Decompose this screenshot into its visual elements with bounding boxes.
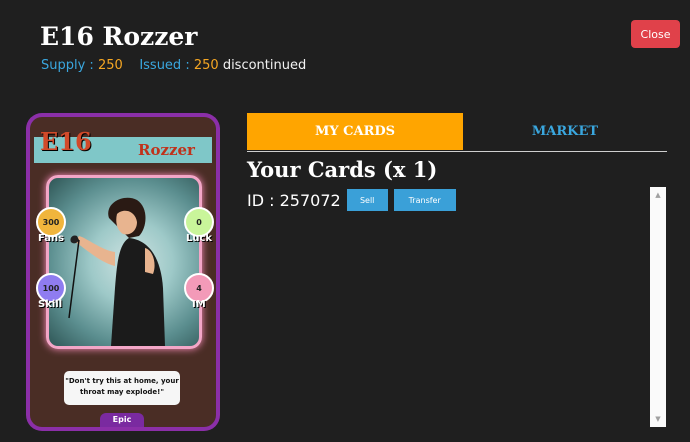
- issued-value: 250: [193, 58, 219, 73]
- tab-my-cards[interactable]: MY CARDS: [247, 113, 463, 150]
- card-quote: "Don't try this at home, your throat may…: [64, 371, 180, 405]
- fans-label: Fans: [38, 233, 65, 244]
- card-artwork: [46, 175, 202, 349]
- tab-bar: MY CARDS MARKET: [247, 113, 667, 152]
- modal-header: E16 Rozzer Supply : 250 Issued : 250 dis…: [0, 0, 690, 100]
- scroll-down-icon[interactable]: ▼: [650, 413, 666, 425]
- transfer-button[interactable]: Transfer: [393, 189, 456, 211]
- scroll-up-icon[interactable]: ▲: [650, 189, 666, 201]
- supply-label: Supply :: [41, 58, 94, 73]
- status-text: discontinued: [222, 58, 307, 73]
- luck-value: 0: [196, 217, 202, 227]
- owned-card-row: ID : 257072 Sell Transfer: [247, 189, 462, 211]
- supply-value: 250: [97, 58, 123, 73]
- singer-illustration: [68, 197, 165, 346]
- sell-button[interactable]: Sell: [346, 189, 388, 211]
- card-number: E16: [40, 127, 92, 156]
- card-meta: Supply : 250 Issued : 250 discontinued: [41, 58, 306, 73]
- page-title: E16 Rozzer: [40, 22, 198, 51]
- luck-label: Luck: [186, 233, 213, 244]
- card-image: E16 Rozzer 300 Fans 0 Luck 100 Skill 4 I…: [26, 113, 220, 431]
- card-name: Rozzer: [138, 141, 195, 159]
- skill-value: 100: [42, 283, 60, 293]
- im-label: IM: [192, 299, 206, 310]
- card-id: ID : 257072: [247, 190, 341, 210]
- card-face: E16 Rozzer 300 Fans 0 Luck 100 Skill 4 I…: [30, 117, 216, 427]
- skill-label: Skill: [38, 299, 63, 310]
- issued-label: Issued :: [139, 58, 190, 73]
- rarity-badge: Epic: [100, 413, 144, 427]
- im-value: 4: [196, 283, 202, 293]
- close-button[interactable]: Close: [631, 20, 680, 48]
- fans-value: 300: [42, 217, 60, 227]
- scrollbar[interactable]: ▲ ▼: [650, 187, 666, 427]
- your-cards-heading: Your Cards (x 1): [247, 157, 438, 182]
- tab-market[interactable]: MARKET: [463, 113, 667, 150]
